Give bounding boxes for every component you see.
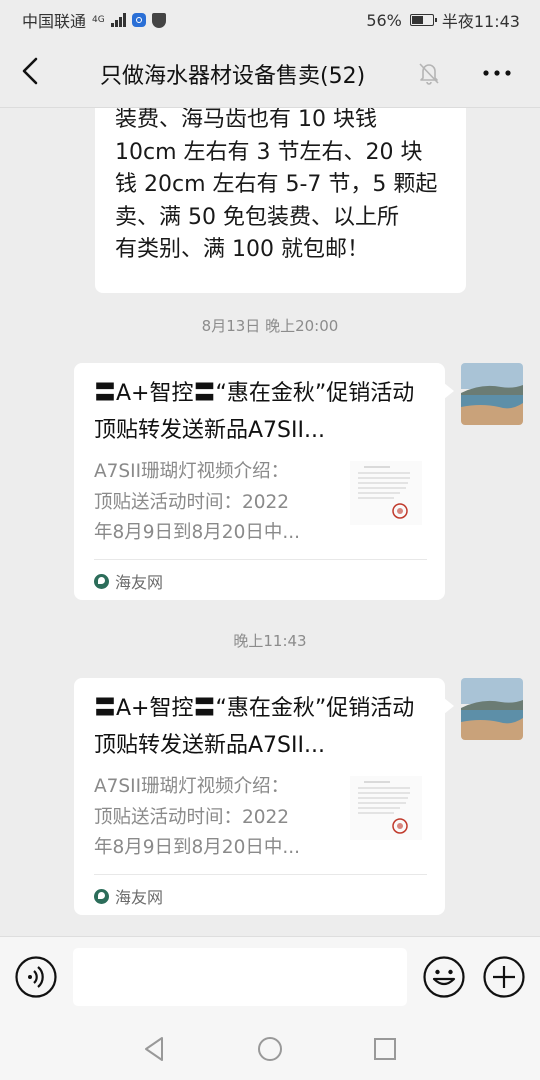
source-logo-icon [94,888,109,904]
card-title: 〓A+智控〓“惠在金秋”促销活动顶贴转发送新品A7SII... [94,381,415,443]
avatar[interactable] [461,678,523,740]
message-input[interactable] [73,948,407,1006]
card-desc-line: A7SII珊瑚灯视频介绍： [94,461,290,482]
message-text-bubble[interactable]: 装费、海马齿也有 10 块钱 10cm 左右有 3 节左右、20 块 钱 20c… [95,108,466,293]
chat-header: 只做海水器材设备售卖(52) [0,36,540,108]
card-source: 海友网 [94,884,163,908]
nav-home-icon[interactable] [255,1034,285,1064]
message-line: 钱 20cm 左右有 5-7 节，5 颗起 [115,172,438,197]
timestamp: 8月13日 晚上20:00 [201,317,339,335]
timestamp: 晚上11:43 [233,632,307,650]
signal-icon [110,13,126,27]
chat-title: 只做海水器材设备售卖(52) [100,64,366,89]
network-type: 4G [92,15,105,25]
card-divider [94,874,427,875]
voice-icon[interactable] [14,955,58,999]
message-line: 10cm 左右有 3 节左右、20 块 [115,139,423,165]
shield-icon [151,12,166,28]
app-notification-icon [131,13,146,27]
nav-recents-icon[interactable] [370,1034,400,1064]
back-arrow-icon[interactable] [14,54,48,88]
card-divider [94,559,427,560]
battery-icon [409,14,437,26]
chat-area[interactable]: 装费、海马齿也有 10 块钱 10cm 左右有 3 节左右、20 块 钱 20c… [0,108,540,936]
source-logo-icon [94,573,109,589]
card-description: A7SII珊瑚灯视频介绍： 顶贴送活动时间：2022 年8月9日到8月20日中.… [94,772,334,864]
clock: 半夜11:43 [441,12,520,31]
card-desc-line: 年8月9日到8月20日中... [94,837,300,858]
message-line: 有类别、满 100 就包邮！ [115,237,369,262]
bell-muted-icon [416,60,442,86]
card-thumbnail [350,461,422,525]
card-desc-line: 顶贴送活动时间：2022 [94,491,290,513]
link-card[interactable]: 〓A+智控〓“惠在金秋”促销活动顶贴转发送新品A7SII... A7SII珊瑚灯… [74,678,454,915]
card-thumbnail [350,776,422,840]
input-bar [0,936,540,1016]
card-description: A7SII珊瑚灯视频介绍： 顶贴送活动时间：2022 年8月9日到8月20日中.… [94,457,334,549]
source-name: 海友网 [115,573,164,592]
system-nav-bar [0,1016,540,1080]
emoji-icon[interactable] [422,955,466,999]
more-dots-icon[interactable] [480,60,514,86]
card-desc-line: 顶贴送活动时间：2022 [94,806,290,828]
avatar[interactable] [461,363,523,425]
battery-percent: 56% [366,10,402,30]
nav-back-icon[interactable] [140,1034,170,1064]
source-name: 海友网 [115,888,164,907]
card-title: 〓A+智控〓“惠在金秋”促销活动顶贴转发送新品A7SII... [94,696,415,758]
card-desc-line: 年8月9日到8月20日中... [94,522,300,543]
carrier-label: 中国联通 [22,12,87,31]
message-line: 卖、满 50 免包装费、以上所 [115,204,399,230]
link-card[interactable]: 〓A+智控〓“惠在金秋”促销活动顶贴转发送新品A7SII... A7SII珊瑚灯… [74,363,454,600]
card-desc-line: A7SII珊瑚灯视频介绍： [94,776,290,797]
card-source: 海友网 [94,569,163,593]
status-bar: 中国联通 4G 56% 半夜11:43 [0,0,540,36]
plus-icon[interactable] [482,955,526,999]
message-line: 装费、海马齿也有 10 块钱 [115,108,377,132]
